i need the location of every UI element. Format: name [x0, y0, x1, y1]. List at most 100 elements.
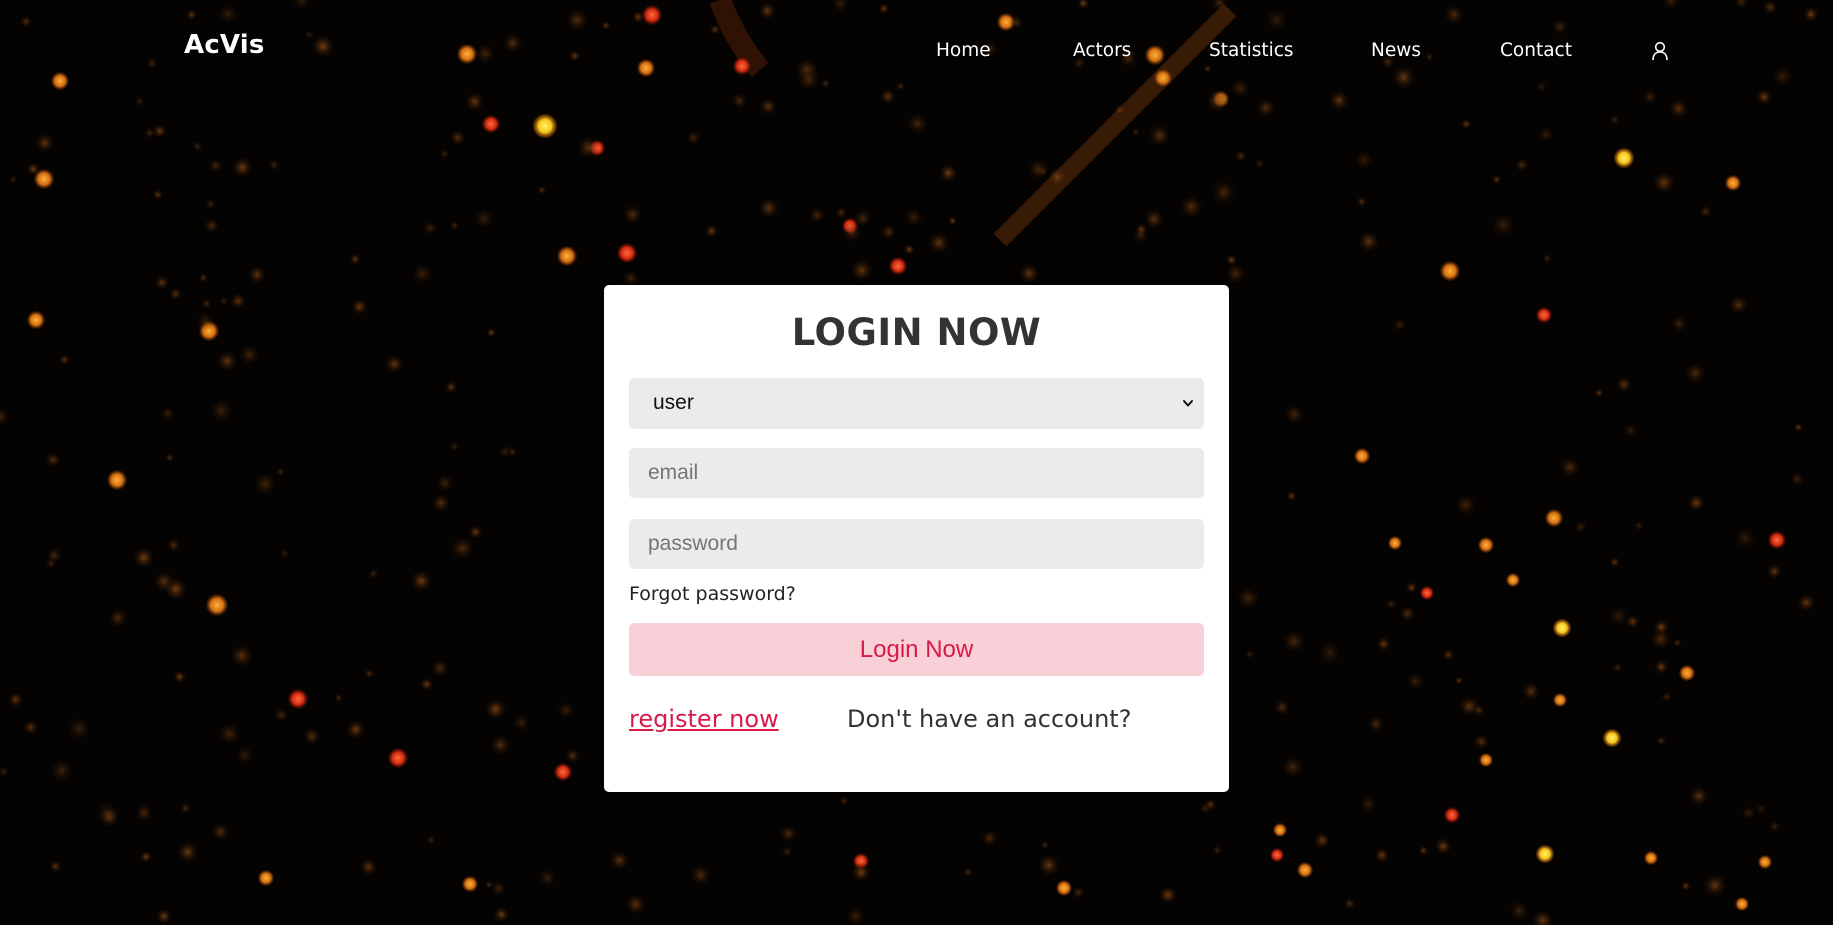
- nav-link-actors[interactable]: Actors: [1073, 40, 1131, 61]
- bokeh-dot: [167, 539, 180, 552]
- bokeh-dot: [1650, 628, 1671, 650]
- bokeh-dot: [208, 159, 223, 173]
- nav-link-home[interactable]: Home: [936, 40, 991, 61]
- bokeh-dot: [565, 748, 580, 763]
- bokeh-dot: [1790, 472, 1804, 486]
- bokeh-dot: [1226, 254, 1237, 265]
- nav-link-news[interactable]: News: [1371, 40, 1421, 61]
- bokeh-dot: [474, 209, 494, 229]
- bokeh-dot: [144, 128, 155, 139]
- bokeh-dot: [1654, 660, 1669, 674]
- bokeh-dot: [928, 232, 950, 254]
- forgot-password-link[interactable]: Forgot password?: [629, 583, 796, 605]
- bokeh-dot: [219, 296, 229, 306]
- bokeh-dot: [1285, 405, 1304, 424]
- bokeh-dot: [236, 746, 254, 765]
- bokeh-dot: [1406, 582, 1417, 593]
- bokeh-dot: [1624, 423, 1638, 437]
- password-field[interactable]: [629, 519, 1204, 569]
- bokeh-dot: [1440, 261, 1460, 281]
- user-icon[interactable]: [1651, 41, 1669, 61]
- bokeh-dot: [1275, 700, 1290, 715]
- bokeh-dot: [1661, 691, 1672, 702]
- bokeh-dot: [196, 312, 215, 331]
- bokeh-dot: [135, 804, 153, 822]
- bokeh-dot: [46, 452, 61, 467]
- bokeh-dot: [8, 175, 18, 184]
- bokeh-dot: [1653, 172, 1675, 193]
- bokeh-dot: [1297, 862, 1313, 878]
- bokeh-dot: [303, 728, 320, 745]
- bokeh-dot: [1538, 127, 1554, 143]
- bokeh-dot: [462, 876, 478, 892]
- bokeh-dot: [192, 141, 203, 151]
- bokeh-dot: [1536, 845, 1554, 863]
- bokeh-dot: [780, 825, 797, 842]
- role-select[interactable]: user: [629, 378, 1204, 429]
- bokeh-dot: [1492, 214, 1514, 236]
- bokeh-dot: [1768, 531, 1786, 549]
- bokeh-dot: [1048, 168, 1067, 187]
- bokeh-dot: [809, 207, 825, 223]
- bokeh-dot: [153, 124, 167, 138]
- bokeh-dot: [851, 259, 873, 281]
- bokeh-dot: [512, 714, 531, 732]
- bokeh-dot: [842, 223, 862, 242]
- bokeh-dot: [1235, 150, 1247, 162]
- bokeh-dot: [686, 131, 700, 145]
- bokeh-dot: [1212, 845, 1222, 855]
- bokeh-dot: [451, 537, 474, 560]
- bokeh-dot: [577, 137, 599, 158]
- bokeh-dot: [49, 860, 62, 872]
- bokeh-dot: [46, 558, 57, 569]
- bokeh-dot: [1072, 886, 1085, 899]
- bokeh-dot: [254, 473, 276, 495]
- bokeh-dot: [412, 264, 432, 284]
- chevron-down-icon: [1183, 400, 1193, 407]
- bokeh-dot: [1769, 820, 1781, 833]
- bokeh-dot: [1374, 848, 1389, 863]
- bokeh-dot: [1149, 124, 1170, 146]
- bokeh-dot: [623, 270, 639, 286]
- bokeh-dot: [231, 645, 253, 667]
- bokeh-dot: [1613, 663, 1622, 673]
- bokeh-dot: [1273, 823, 1287, 837]
- bokeh-dot: [1492, 174, 1502, 184]
- bokeh-dot: [153, 189, 163, 200]
- bokeh-dot: [1681, 881, 1691, 891]
- register-link[interactable]: register now: [629, 705, 779, 733]
- bokeh-dot: [51, 759, 73, 782]
- bokeh-dot: [275, 708, 288, 722]
- email-field[interactable]: [629, 448, 1204, 498]
- bokeh-dot: [180, 802, 192, 814]
- bokeh-dot: [436, 474, 453, 491]
- bokeh-dot: [610, 851, 629, 870]
- login-button[interactable]: Login Now: [629, 623, 1204, 676]
- bokeh-dot: [948, 216, 957, 225]
- site-logo[interactable]: AcVis: [184, 30, 265, 60]
- nav-link-contact[interactable]: Contact: [1500, 40, 1572, 61]
- bokeh-dot: [1545, 509, 1563, 527]
- bokeh-dot: [364, 668, 374, 679]
- bokeh-dot: [201, 298, 212, 309]
- nav-link-statistics[interactable]: Statistics: [1209, 40, 1294, 61]
- bokeh-dot: [1286, 491, 1297, 501]
- bokeh-dot: [156, 909, 172, 924]
- bokeh-dot: [1406, 672, 1424, 690]
- bokeh-dot: [411, 570, 432, 592]
- bokeh-dot: [963, 867, 973, 878]
- bokeh-dot: [1689, 786, 1709, 806]
- bokeh-dot: [232, 157, 252, 177]
- bokeh-dot: [154, 571, 174, 592]
- bokeh-dot: [782, 846, 793, 857]
- bokeh-dot: [847, 907, 865, 925]
- bokeh-dot: [881, 225, 896, 239]
- bokeh-dot: [1515, 158, 1529, 172]
- bokeh-dot: [852, 863, 871, 882]
- bokeh-dot: [1038, 166, 1048, 176]
- bokeh-dot: [450, 442, 459, 452]
- bokeh-dot: [1245, 650, 1254, 659]
- bokeh-dot: [107, 470, 127, 490]
- bokeh-dot: [1212, 181, 1235, 204]
- bokeh-dot: [1614, 148, 1634, 168]
